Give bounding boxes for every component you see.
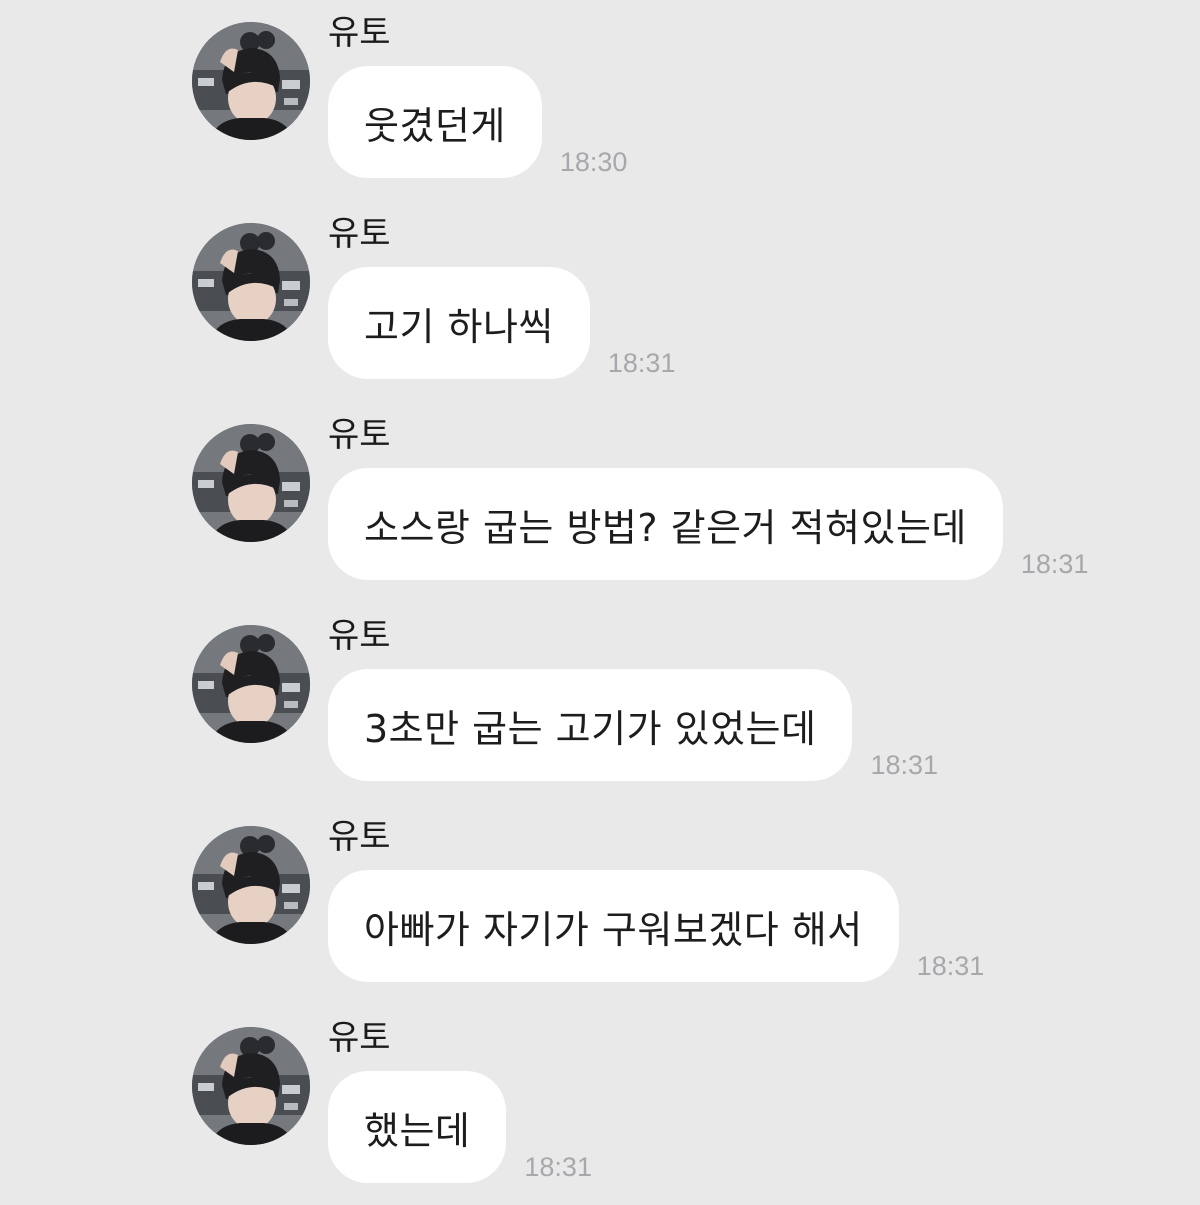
sender-name: 유토 <box>328 214 391 254</box>
sender-name: 유토 <box>328 817 391 857</box>
timestamp-row: 아빠가 자기가 구워보겠다 해서 18:31 <box>328 870 985 982</box>
timestamp: 18:31 <box>524 1152 592 1182</box>
chat-message: 유토 웃겼던게 웃겼던게 18:30 <box>0 0 1200 200</box>
timestamp-row: 웃겼던게 18:30 <box>328 66 628 178</box>
timestamp-row: 했는데 18:31 <box>328 1071 592 1183</box>
profile-photo-icon <box>192 22 310 140</box>
chat-message: 유토 아빠가 자기가 구워보겠다 해서 아빠가 자기가 구워보겠다 해서 18:… <box>0 804 1200 1004</box>
profile-photo-icon <box>192 223 310 341</box>
timestamp: 18:31 <box>607 348 676 378</box>
chat-message: 유토 했는데 했는데 18:31 <box>0 1005 1200 1205</box>
sender-name: 유토 <box>328 1018 391 1058</box>
profile-photo-icon <box>192 625 310 743</box>
profile-photo-icon <box>192 424 310 542</box>
timestamp: 18:31 <box>916 951 985 981</box>
avatar[interactable] <box>192 424 310 542</box>
sender-name: 유토 <box>328 616 391 656</box>
avatar[interactable] <box>192 22 310 140</box>
chat-message: 유토 3초만 굽는 고기가 있었는데 3초만 굽는 고기가 있었는데 18:31 <box>0 603 1200 803</box>
chat-message: 유토 고기 하나씩 고기 하나씩 18:31 <box>0 201 1200 401</box>
avatar[interactable] <box>192 1027 310 1145</box>
timestamp-row: 3초만 굽는 고기가 있었는데 18:31 <box>328 669 938 781</box>
timestamp-row: 고기 하나씩 18:31 <box>328 267 676 379</box>
timestamp: 18:30 <box>559 147 628 177</box>
avatar[interactable] <box>192 223 310 341</box>
sender-name: 유토 <box>328 415 391 455</box>
timestamp-row: 소스랑 굽는 방법? 같은거 적혀있는데 18:31 <box>328 468 1089 580</box>
profile-photo-icon <box>192 1027 310 1145</box>
sender-name: 유토 <box>328 13 391 53</box>
timestamp: 18:31 <box>870 750 939 780</box>
chat-message: 유토 소스랑 굽는 방법? 같은거 적혀있는데 소스랑 굽는 방법? 같은거 적… <box>0 402 1200 602</box>
profile-photo-icon <box>192 826 310 944</box>
timestamp: 18:31 <box>1020 549 1089 579</box>
avatar[interactable] <box>192 826 310 944</box>
avatar[interactable] <box>192 625 310 743</box>
